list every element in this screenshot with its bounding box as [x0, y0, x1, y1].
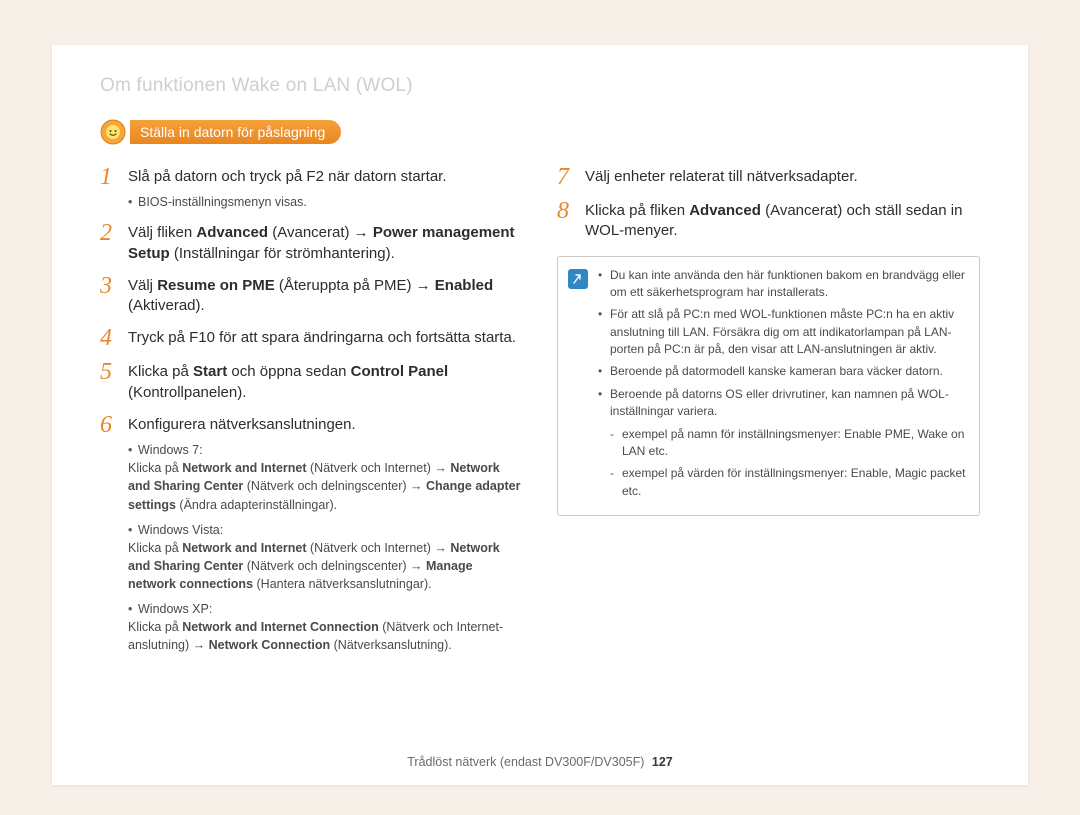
note-item: För att slå på PC:n med WOL-funktionen m…	[598, 306, 967, 358]
step: 1 Slå på datorn och tryck på F2 när dato…	[100, 167, 523, 211]
note-item: Beroende på datorns OS eller drivrutiner…	[598, 386, 967, 421]
section-heading-row: Ställa in datorn för påslagning	[100, 119, 980, 145]
step: 7 Välj enheter relaterat till nätverksad…	[557, 167, 980, 189]
note-item: Du kan inte använda den här funktionen b…	[598, 267, 967, 302]
section-heading-pill: Ställa in datorn för påslagning	[130, 120, 341, 144]
note-sub-item: exempel på värden för inställningsmenyer…	[598, 465, 967, 500]
step-sub: Windows 7:Klicka på Network and Internet…	[128, 441, 523, 654]
note-sub-item: exempel på namn för inställningsmenyer: …	[598, 426, 967, 461]
step-body: Välj fliken Advanced (Avancerat) → Power…	[128, 223, 523, 264]
step-body: Tryck på F10 för att spara ändringarna o…	[128, 328, 523, 348]
step-number: 7	[557, 165, 579, 189]
step-number: 6	[100, 413, 122, 437]
step-number: 8	[557, 199, 579, 223]
step: 2 Välj fliken Advanced (Avancerat) → Pow…	[100, 223, 523, 264]
step-body: Konfigurera nätverksanslutningen. Window…	[128, 415, 523, 655]
note-box: Du kan inte använda den här funktionen b…	[557, 256, 980, 517]
column-right: 7 Välj enheter relaterat till nätverksad…	[557, 167, 980, 516]
page-title: Om funktionen Wake on LAN (WOL)	[100, 75, 980, 97]
page-footer: Trådlöst nätverk (endast DV300F/DV305F) …	[52, 755, 1028, 769]
step-body: Klicka på fliken Advanced (Avancerat) oc…	[585, 201, 980, 242]
step: 4 Tryck på F10 för att spara ändringarna…	[100, 328, 523, 350]
columns: 1 Slå på datorn och tryck på F2 när dato…	[100, 167, 980, 667]
step-number: 2	[100, 221, 122, 245]
step-body: Klicka på Start och öppna sedan Control …	[128, 362, 523, 403]
step-body: Välj Resume on PME (Återuppta på PME) → …	[128, 276, 523, 317]
sub-text: BIOS-inställningsmenyn visas.	[138, 195, 307, 209]
step: 6 Konfigurera nätverksanslutningen. Wind…	[100, 415, 523, 655]
page: Om funktionen Wake on LAN (WOL) Ställa i…	[52, 45, 1028, 785]
step-number: 4	[100, 326, 122, 350]
column-left: 1 Slå på datorn och tryck på F2 när dato…	[100, 167, 523, 667]
note-list: Du kan inte använda den här funktionen b…	[598, 267, 967, 506]
step: 8 Klicka på fliken Advanced (Avancerat) …	[557, 201, 980, 242]
sun-icon	[100, 119, 126, 145]
sub-text: Windows Vista:Klicka på Network and Inte…	[128, 523, 500, 591]
step-body: Slå på datorn och tryck på F2 när datorn…	[128, 167, 523, 211]
step-text: Slå på datorn och tryck på F2 när datorn…	[128, 168, 447, 185]
step-number: 5	[100, 360, 122, 384]
step-text: Konfigurera nätverksanslutningen.	[128, 416, 356, 433]
step-sub: BIOS-inställningsmenyn visas.	[128, 193, 523, 211]
sub-text: Windows 7:Klicka på Network and Internet…	[128, 443, 520, 511]
step-number: 1	[100, 165, 122, 189]
footer-text: Trådlöst nätverk (endast DV300F/DV305F)	[407, 755, 644, 769]
note-item: Beroende på datormodell kanske kameran b…	[598, 363, 967, 380]
step: 3 Välj Resume on PME (Återuppta på PME) …	[100, 276, 523, 317]
page-number: 127	[652, 755, 673, 769]
step-body: Välj enheter relaterat till nätverksadap…	[585, 167, 980, 187]
note-icon	[568, 269, 588, 289]
sub-text: Windows XP:Klicka på Network and Interne…	[128, 602, 503, 652]
step: 5 Klicka på Start och öppna sedan Contro…	[100, 362, 523, 403]
step-number: 3	[100, 274, 122, 298]
